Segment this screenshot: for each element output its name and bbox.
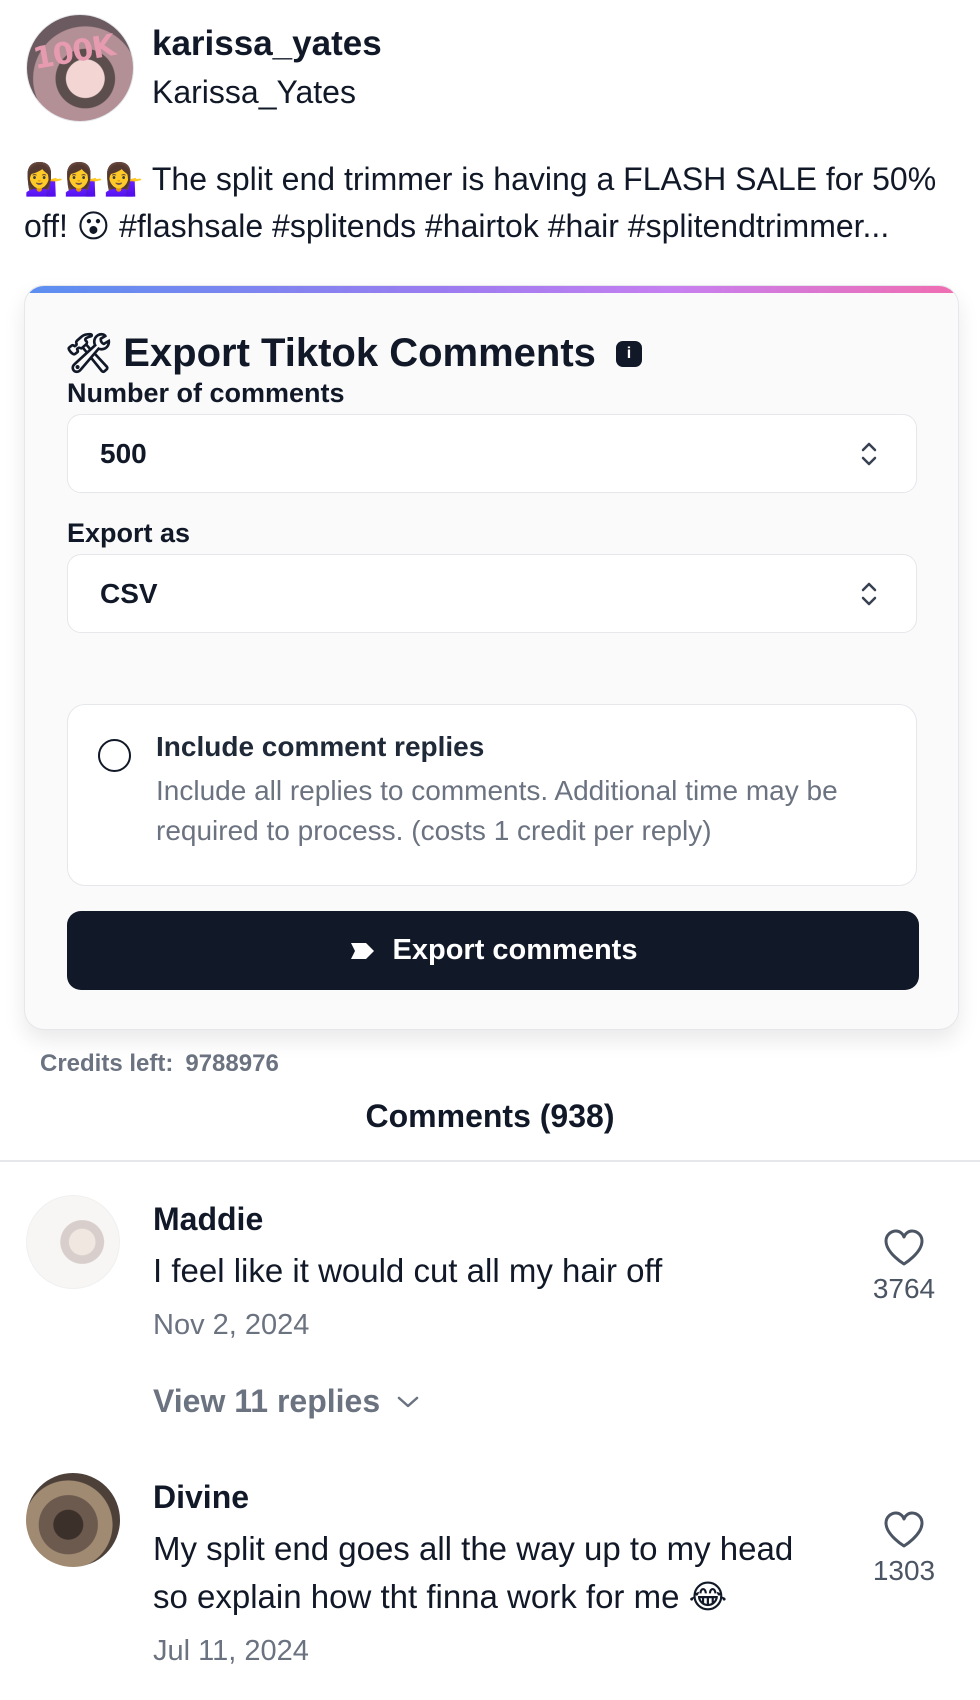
like-count: 3764	[872, 1273, 936, 1304]
tools-icon: 🛠	[65, 332, 114, 375]
include-replies-description: Include all replies to comments. Additio…	[156, 775, 838, 846]
like-count: 1303	[872, 1555, 936, 1586]
commenter-name[interactable]: Divine	[153, 1479, 249, 1516]
heart-icon[interactable]	[883, 1511, 925, 1549]
author-avatar[interactable]: 100K	[26, 14, 134, 122]
commenter-avatar[interactable]	[26, 1195, 120, 1289]
post-author: 100K karissa_yates Karissa_Yates	[26, 14, 382, 122]
include-replies-radio[interactable]	[98, 739, 131, 772]
comment-text: I feel like it would cut all my hair off	[153, 1252, 663, 1289]
card-accent-bar	[25, 286, 958, 293]
divider	[0, 1160, 980, 1162]
export-card-title-text: Export Tiktok Comments	[123, 331, 596, 375]
comments-heading: Comments (938)	[365, 1098, 615, 1134]
number-of-comments-select[interactable]: 500	[67, 414, 917, 493]
credits-value: 9788976	[185, 1050, 279, 1077]
export-format-value: CSV	[100, 577, 158, 609]
include-replies-option[interactable]: Include comment replies Include all repl…	[67, 704, 917, 886]
export-comments-button[interactable]: Export comments	[67, 911, 919, 990]
author-display-name: Karissa_Yates	[152, 74, 356, 110]
export-format-select[interactable]: CSV	[67, 554, 917, 633]
chevron-down-icon	[397, 1396, 419, 1407]
credits-left: Credits left: 9788976	[40, 1050, 279, 1078]
comment-text: My split end goes all the way up to my h…	[153, 1530, 794, 1615]
comment-date: Nov 2, 2024	[153, 1309, 310, 1341]
author-names: karissa_yates Karissa_Yates	[152, 22, 382, 114]
number-of-comments-value: 500	[100, 437, 147, 469]
view-replies-button[interactable]: View 11 replies	[153, 1383, 420, 1420]
chevron-updown-icon	[861, 442, 877, 465]
avatar-sticker: 100K	[30, 28, 118, 77]
include-replies-title: Include comment replies	[156, 731, 485, 762]
export-card: 🛠 Export Tiktok Comments i Number of com…	[24, 285, 959, 1030]
comment-date: Jul 11, 2024	[153, 1635, 309, 1667]
commenter-name[interactable]: Maddie	[153, 1201, 263, 1238]
comment-like[interactable]: 3764	[860, 1229, 948, 1305]
author-username[interactable]: karissa_yates	[152, 22, 382, 66]
chevron-updown-icon	[861, 582, 877, 605]
export-comments-label: Export comments	[392, 934, 638, 966]
export-format-label: Export as	[67, 518, 191, 548]
credits-label: Credits left:	[40, 1050, 174, 1077]
view-replies-label: View 11 replies	[153, 1383, 381, 1419]
export-card-title: 🛠 Export Tiktok Comments i	[65, 331, 642, 376]
post-caption: 💁‍♀️💁‍♀️💁‍♀️ The split end trimmer is ha…	[24, 161, 937, 244]
heart-icon[interactable]	[883, 1229, 925, 1267]
info-icon[interactable]: i	[615, 340, 642, 367]
tag-icon	[350, 942, 374, 959]
number-of-comments-label: Number of comments	[67, 378, 345, 408]
comment-like[interactable]: 1303	[860, 1511, 948, 1587]
commenter-avatar[interactable]	[26, 1473, 120, 1567]
